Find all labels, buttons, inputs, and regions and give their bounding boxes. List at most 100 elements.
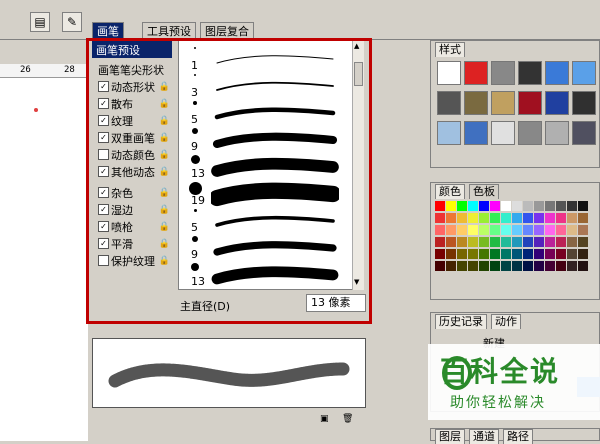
tab-channels[interactable]: 通道 (469, 429, 499, 444)
color-swatch[interactable] (512, 201, 522, 211)
color-swatch[interactable] (501, 201, 511, 211)
color-swatch[interactable] (457, 213, 467, 223)
tab-color[interactable]: 颜色 (435, 184, 465, 199)
color-swatch[interactable] (435, 213, 445, 223)
color-swatch[interactable] (512, 249, 522, 259)
color-swatch[interactable] (545, 201, 555, 211)
color-swatch[interactable] (523, 225, 533, 235)
color-swatch[interactable] (578, 237, 588, 247)
color-swatch[interactable] (446, 249, 456, 259)
color-swatch[interactable] (446, 225, 456, 235)
color-swatch[interactable] (523, 201, 533, 211)
color-swatch[interactable] (545, 237, 555, 247)
style-swatch[interactable] (545, 61, 569, 85)
style-swatch[interactable] (491, 91, 515, 115)
color-swatch[interactable] (468, 249, 478, 259)
style-swatch[interactable] (464, 121, 488, 145)
style-swatch[interactable] (572, 61, 596, 85)
color-swatch[interactable] (534, 213, 544, 223)
color-swatch[interactable] (446, 261, 456, 271)
color-swatch[interactable] (578, 249, 588, 259)
style-swatch[interactable] (518, 121, 542, 145)
style-swatch[interactable] (464, 91, 488, 115)
style-swatch[interactable] (491, 61, 515, 85)
color-swatch[interactable] (512, 213, 522, 223)
color-swatch[interactable] (435, 225, 445, 235)
color-swatch[interactable] (490, 213, 500, 223)
color-swatch[interactable] (501, 237, 511, 247)
color-swatch[interactable] (435, 249, 445, 259)
document-icon[interactable]: ▤ (30, 12, 50, 32)
color-swatch[interactable] (457, 201, 467, 211)
color-swatch[interactable] (534, 237, 544, 247)
style-swatch[interactable] (545, 91, 569, 115)
color-swatch[interactable] (446, 201, 456, 211)
color-swatch[interactable] (435, 237, 445, 247)
color-swatch[interactable] (578, 213, 588, 223)
color-swatch[interactable] (523, 213, 533, 223)
color-swatch[interactable] (479, 213, 489, 223)
color-swatch[interactable] (490, 201, 500, 211)
color-swatch[interactable] (468, 201, 478, 211)
color-swatch[interactable] (534, 225, 544, 235)
color-swatch[interactable] (457, 237, 467, 247)
color-swatch[interactable] (578, 201, 588, 211)
style-swatch[interactable] (464, 61, 488, 85)
color-swatch[interactable] (512, 261, 522, 271)
color-swatch[interactable] (468, 261, 478, 271)
tab-history[interactable]: 历史记录 (435, 314, 487, 329)
color-swatch[interactable] (556, 225, 566, 235)
color-swatch[interactable] (545, 225, 555, 235)
color-swatch[interactable] (468, 225, 478, 235)
style-swatch[interactable] (437, 61, 461, 85)
style-swatch[interactable] (545, 121, 569, 145)
color-swatch[interactable] (567, 201, 577, 211)
color-swatch[interactable] (490, 249, 500, 259)
color-swatch[interactable] (567, 225, 577, 235)
color-swatch[interactable] (435, 201, 445, 211)
color-swatch[interactable] (479, 249, 489, 259)
color-swatch[interactable] (578, 261, 588, 271)
color-swatch[interactable] (545, 249, 555, 259)
tab-swatches[interactable]: 色板 (469, 184, 499, 199)
color-swatch[interactable] (468, 237, 478, 247)
color-swatch[interactable] (446, 237, 456, 247)
tab-actions[interactable]: 动作 (491, 314, 521, 329)
color-swatch[interactable] (512, 237, 522, 247)
color-swatch[interactable] (567, 261, 577, 271)
color-swatch[interactable] (534, 249, 544, 259)
tab-layers[interactable]: 图层 (435, 429, 465, 444)
color-swatch[interactable] (578, 225, 588, 235)
color-swatch[interactable] (457, 261, 467, 271)
color-swatch[interactable] (512, 225, 522, 235)
color-swatch[interactable] (556, 249, 566, 259)
color-swatch[interactable] (501, 213, 511, 223)
brush-palette-icon[interactable]: ✎ (62, 12, 82, 32)
style-swatch[interactable] (437, 121, 461, 145)
color-swatch[interactable] (567, 249, 577, 259)
diameter-input[interactable]: 13 像素 (306, 294, 366, 312)
style-swatch[interactable] (437, 91, 461, 115)
color-swatch[interactable] (523, 237, 533, 247)
color-swatch[interactable] (501, 225, 511, 235)
color-swatch[interactable] (523, 261, 533, 271)
color-swatch[interactable] (501, 249, 511, 259)
color-swatch[interactable] (490, 225, 500, 235)
color-swatch[interactable] (534, 261, 544, 271)
trash-icon[interactable]: 🗑 (342, 414, 353, 424)
tab-paths[interactable]: 路径 (503, 429, 533, 444)
color-swatch[interactable] (479, 201, 489, 211)
color-swatch[interactable] (567, 213, 577, 223)
color-swatch[interactable] (457, 249, 467, 259)
color-swatch[interactable] (435, 261, 445, 271)
color-swatch[interactable] (446, 213, 456, 223)
color-swatch[interactable] (556, 237, 566, 247)
color-swatch[interactable] (479, 225, 489, 235)
style-swatch[interactable] (518, 61, 542, 85)
color-swatch[interactable] (556, 201, 566, 211)
color-swatch[interactable] (556, 261, 566, 271)
style-swatch[interactable] (491, 121, 515, 145)
tab-styles[interactable]: 样式 (435, 42, 465, 57)
color-swatch[interactable] (545, 261, 555, 271)
new-brush-icon[interactable]: ▣ (320, 414, 329, 424)
